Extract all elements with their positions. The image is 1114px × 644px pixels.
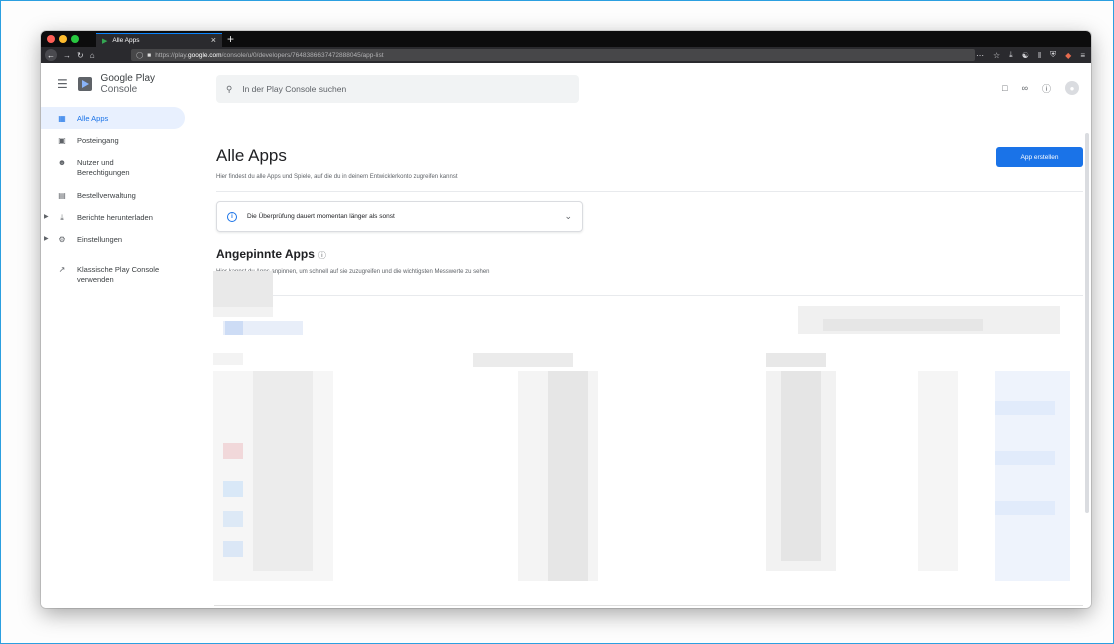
link-icon[interactable]: ∞ (1022, 83, 1028, 93)
url-host: google.com (187, 51, 222, 59)
download-icon[interactable]: ⤓ (1009, 50, 1013, 60)
tab-favicon-icon: ▶ (102, 37, 108, 45)
bookmark-star-icon[interactable]: ☆ (993, 51, 1000, 60)
hamburger-menu-icon[interactable]: ☰ (57, 77, 69, 91)
window-controls (47, 35, 79, 43)
sidebar-nav: ▦ Alle Apps ▣ Posteingang ☻ Nutzer und B… (41, 107, 191, 291)
chevron-down-icon[interactable]: ⌄ (564, 211, 572, 222)
expand-caret-icon[interactable]: ▶ (44, 213, 49, 220)
sidebar-item-label: Berichte herunterladen (77, 213, 153, 222)
shield-extension-icon[interactable]: ⛨ (1050, 50, 1056, 60)
search-bar[interactable]: ⚲ In der Play Console suchen (216, 75, 579, 103)
sidebar: ☰ Google Play Console ▦ Alle Apps ▣ Post… (41, 63, 191, 608)
help-icon[interactable]: ⓘ (1042, 82, 1051, 95)
forward-icon[interactable]: → (63, 51, 71, 60)
new-tab-button[interactable]: + (227, 31, 234, 47)
menu-icon[interactable]: ≡ (1080, 51, 1085, 60)
header-actions: □ ∞ ⓘ ● (1002, 81, 1079, 95)
reload-icon[interactable]: ↻ (77, 51, 84, 60)
credit-card-icon: ▤ (58, 191, 66, 200)
page-title: Alle Apps (216, 146, 287, 165)
account-icon[interactable]: ☯ (1022, 51, 1029, 60)
browser-toolbar-right: ⋯ ☆ ⤓ ☯ ‖ ⛨ ◆ ≡ (976, 47, 1085, 63)
search-input[interactable]: In der Play Console suchen (242, 84, 346, 94)
library-icon[interactable]: ‖ (1038, 51, 1041, 60)
play-console-logo-icon (77, 77, 92, 91)
sidebar-item-inbox[interactable]: ▣ Posteingang (41, 129, 191, 151)
title-bar: ▶ Alle Apps × + (41, 31, 1091, 47)
trending-icon: ↗ (58, 265, 66, 274)
sidebar-item-all-apps[interactable]: ▦ Alle Apps (41, 107, 185, 129)
sidebar-item-label: Klassische Play Console verwenden (77, 265, 160, 284)
sidebar-item-order-management[interactable]: ▤ Bestellverwaltung (41, 184, 191, 206)
page-subtitle: Hier findest du alle Apps und Spiele, au… (216, 174, 458, 180)
download-icon: ⤓ (60, 213, 64, 222)
sidebar-item-label: Bestellverwaltung (77, 191, 136, 200)
info-icon: i (227, 211, 237, 222)
avatar[interactable]: ● (1065, 81, 1079, 95)
help-circle-icon[interactable]: ⓘ (318, 251, 326, 260)
browser-tab[interactable]: ▶ Alle Apps × (96, 33, 222, 47)
home-icon[interactable]: ⌂ (90, 51, 95, 60)
browser-window: ▶ Alle Apps × + ← → ↻ ⌂ ◯ ■ https://play… (41, 31, 1091, 608)
url-bar[interactable]: ◯ ■ https://play. google.com/console/u/0/… (131, 49, 975, 61)
review-delay-banner[interactable]: i Die Überprüfung dauert momentan länger… (216, 201, 583, 232)
maximize-window-button[interactable] (71, 35, 79, 43)
sidebar-item-users-permissions[interactable]: ☻ Nutzer und Berechtigungen (41, 151, 191, 184)
blurred-app-list (213, 271, 1073, 608)
divider (216, 191, 1083, 192)
sidebar-item-label: Alle Apps (77, 114, 109, 123)
search-icon: ⚲ (226, 83, 233, 94)
tab-close-icon[interactable]: × (211, 36, 216, 45)
create-app-button[interactable]: App erstellen (996, 147, 1083, 167)
grid-icon: ▦ (58, 114, 66, 123)
shield-icon: ◯ (136, 52, 144, 59)
extension-icon[interactable]: ◆ (1065, 51, 1071, 60)
sidebar-item-download-reports[interactable]: ▶ ⤓ Berichte herunterladen (41, 206, 191, 228)
sidebar-item-label: Nutzer und Berechtigungen (77, 158, 130, 177)
banner-text: Die Überprüfung dauert momentan länger a… (247, 213, 395, 220)
pinned-apps-title: Angepinnte Apps ⓘ (216, 247, 326, 261)
minimize-window-button[interactable] (59, 35, 67, 43)
sidebar-item-settings[interactable]: ▶ ⚙ Einstellungen (41, 228, 191, 250)
screenshot-frame: ▶ Alle Apps × + ← → ↻ ⌂ ◯ ■ https://play… (0, 0, 1114, 644)
navigation-bar: ← → ↻ ⌂ ◯ ■ https://play. google.com/cons… (41, 47, 1091, 63)
inbox-icon: ▣ (58, 136, 66, 145)
sidebar-item-label: Einstellungen (77, 235, 123, 244)
brand-name[interactable]: Google Play Console (101, 73, 191, 95)
expand-caret-icon[interactable]: ▶ (44, 235, 49, 242)
sidebar-item-classic-console[interactable]: ↗ Klassische Play Console verwenden (41, 258, 191, 291)
users-icon: ☻ (57, 158, 67, 167)
feedback-icon[interactable]: □ (1002, 83, 1007, 93)
scrollbar[interactable] (1085, 133, 1089, 513)
lock-icon: ■ (147, 51, 152, 59)
brand-header: ☰ Google Play Console (57, 73, 191, 95)
url-path: /console/u/0/developers/7648386637472888… (221, 51, 384, 59)
gear-icon: ⚙ (58, 235, 66, 244)
close-window-button[interactable] (47, 35, 55, 43)
back-button[interactable]: ← (45, 49, 57, 61)
url-prefix: https://play. (155, 51, 188, 59)
tab-title: Alle Apps (112, 37, 140, 44)
sidebar-item-label: Posteingang (77, 136, 119, 145)
more-icon[interactable]: ⋯ (976, 51, 984, 60)
